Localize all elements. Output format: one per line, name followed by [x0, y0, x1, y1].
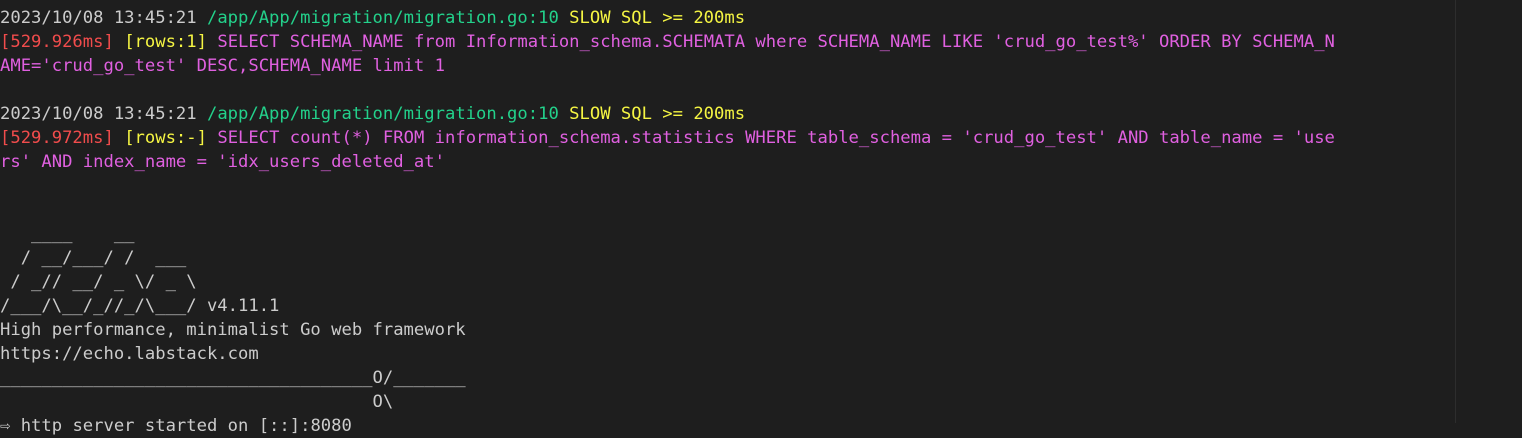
sql-statement: SELECT count(*) FROM information_schema.…	[217, 128, 1335, 148]
log-header-line: 2023/10/08 13:45:21 /app/App/migration/m…	[0, 6, 1455, 30]
slow-sql-label: SLOW SQL >= 200ms	[569, 104, 746, 124]
echo-ascii-art-line: / _// __/ _ \/ _ \	[0, 272, 197, 292]
scrollbar-track[interactable]	[1456, 0, 1522, 423]
sql-line-wrap: rs' AND index_name = 'idx_users_deleted_…	[0, 150, 1455, 174]
sql-line-wrap: AME='crud_go_test' DESC,SCHEMA_NAME limi…	[0, 54, 1455, 78]
sql-line: [529.972ms] [rows:-] SELECT count(*) FRO…	[0, 126, 1455, 150]
log-source-path: /app/App/migration/migration.go:10	[206, 8, 559, 28]
log-source-path: /app/App/migration/migration.go:10	[206, 104, 559, 124]
log-timestamp: 2023/10/08 13:45:21	[0, 8, 197, 28]
sql-statement-continued: rs' AND index_name = 'idx_users_deleted_…	[0, 152, 445, 172]
log-timestamp: 2023/10/08 13:45:21	[0, 104, 197, 124]
echo-ascii-art: /___/\__/_//_/\___/	[0, 296, 197, 316]
sql-statement: SELECT SCHEMA_NAME from Information_sche…	[217, 32, 1335, 52]
echo-rule-line: O\	[0, 392, 394, 412]
query-rows: [rows:-]	[124, 128, 207, 148]
echo-rule-line: ____________________________________O/__…	[0, 368, 466, 388]
echo-ascii-art-line: /___/\__/_//_/\___/ v4.11.1	[0, 294, 1455, 318]
log-header-line: 2023/10/08 13:45:21 /app/App/migration/m…	[0, 102, 1455, 126]
echo-url: https://echo.labstack.com	[0, 344, 259, 364]
query-rows: [rows:1]	[124, 32, 207, 52]
sql-line: [529.926ms] [rows:1] SELECT SCHEMA_NAME …	[0, 30, 1455, 54]
terminal-output[interactable]: 2023/10/08 13:45:21 /app/App/migration/m…	[0, 6, 1455, 438]
echo-tagline: High performance, minimalist Go web fram…	[0, 320, 466, 340]
server-started-message: http server started on [::]:8080	[10, 416, 352, 436]
query-duration: [529.926ms]	[0, 32, 114, 52]
echo-ascii-art-line: / __/___/ / ___	[0, 248, 187, 268]
echo-ascii-art-line: ____ __	[0, 224, 135, 244]
arrow-right-icon: ⇨	[0, 416, 11, 436]
query-duration: [529.972ms]	[0, 128, 114, 148]
slow-sql-label: SLOW SQL >= 200ms	[569, 8, 746, 28]
echo-version: v4.11.1	[196, 296, 280, 316]
server-started-line: ⇨ http server started on [::]:8080	[0, 414, 1455, 438]
sql-statement-continued: AME='crud_go_test' DESC,SCHEMA_NAME limi…	[0, 56, 445, 76]
